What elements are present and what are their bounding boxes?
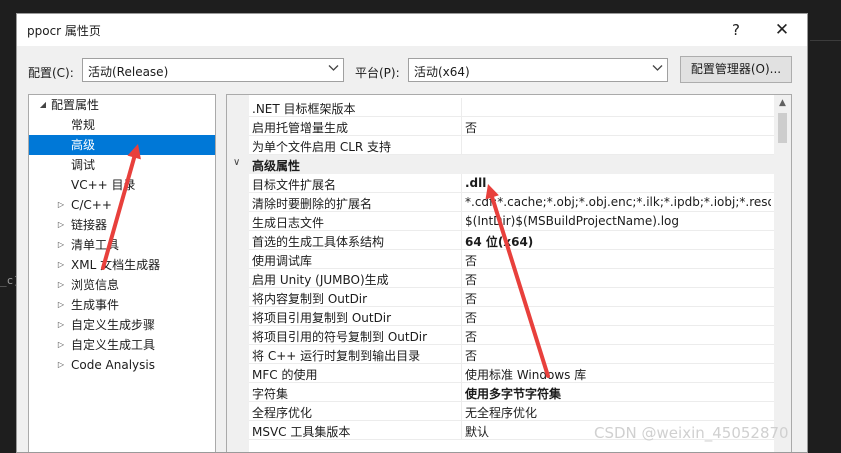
- annotation-arrow-left-head: [127, 144, 141, 160]
- annotation-arrow-right-head: [485, 184, 499, 200]
- annotation-arrows: [101, 144, 550, 378]
- watermark-text: CSDN @weixin_45052870: [594, 424, 789, 442]
- annotation-arrow-left-shaft: [101, 155, 137, 270]
- annotation-arrow-right-shaft: [490, 195, 550, 378]
